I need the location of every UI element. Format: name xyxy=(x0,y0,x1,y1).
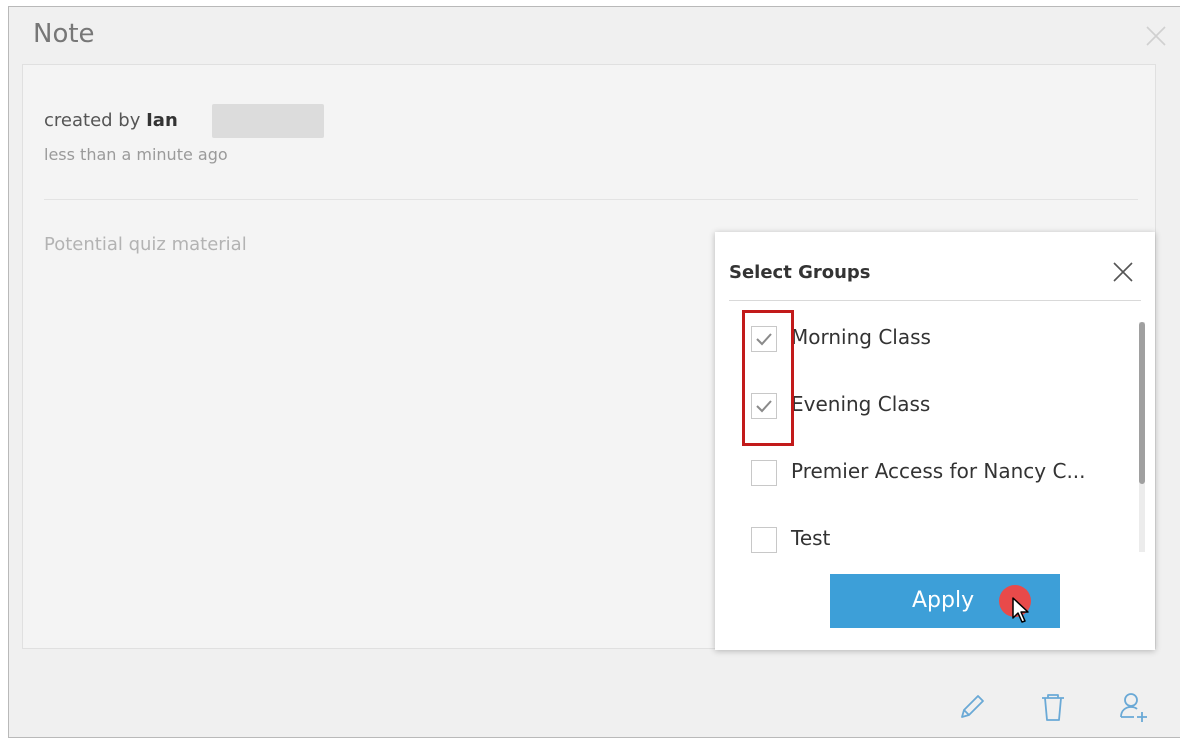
checkmark-icon xyxy=(756,333,772,346)
checkmark-icon xyxy=(756,400,772,413)
group-option-evening-class[interactable]: Evening Class xyxy=(751,387,1121,427)
author-name: Ian xyxy=(146,110,178,131)
created-by-label: created by xyxy=(44,110,141,131)
checkbox-checked[interactable] xyxy=(751,326,777,352)
user-add-icon[interactable] xyxy=(1116,690,1150,724)
note-author-line: created by Ian xyxy=(44,110,178,131)
group-option-test[interactable]: Test xyxy=(751,521,1121,555)
select-groups-popup: Select Groups Morning Class Evening Clas… xyxy=(715,232,1155,650)
group-label: Morning Class xyxy=(791,325,931,349)
group-label: Evening Class xyxy=(791,392,931,416)
divider xyxy=(44,199,1138,200)
dialog-title: Note xyxy=(33,19,95,49)
mouse-pointer-icon xyxy=(1011,596,1033,628)
close-icon[interactable] xyxy=(1143,23,1169,49)
group-label: Premier Access for Nancy C... xyxy=(791,459,1086,483)
scrollbar-thumb[interactable] xyxy=(1139,322,1145,484)
trash-icon[interactable] xyxy=(1036,690,1070,724)
scrollbar-track[interactable] xyxy=(1139,322,1145,552)
group-label: Test xyxy=(791,526,831,550)
checkbox-checked[interactable] xyxy=(751,393,777,419)
apply-label: Apply xyxy=(912,588,975,613)
checkbox-unchecked[interactable] xyxy=(751,527,777,553)
checkbox-unchecked[interactable] xyxy=(751,460,777,486)
pencil-icon[interactable] xyxy=(954,690,988,724)
note-body-text: Potential quiz material xyxy=(44,234,247,255)
popup-title: Select Groups xyxy=(729,262,871,283)
close-icon[interactable] xyxy=(1111,260,1135,284)
redacted-name-block xyxy=(212,104,324,138)
popup-divider xyxy=(729,300,1141,301)
group-option-premier-access[interactable]: Premier Access for Nancy C... xyxy=(751,454,1121,494)
group-option-morning-class[interactable]: Morning Class xyxy=(751,320,1121,360)
note-timestamp: less than a minute ago xyxy=(44,145,228,164)
